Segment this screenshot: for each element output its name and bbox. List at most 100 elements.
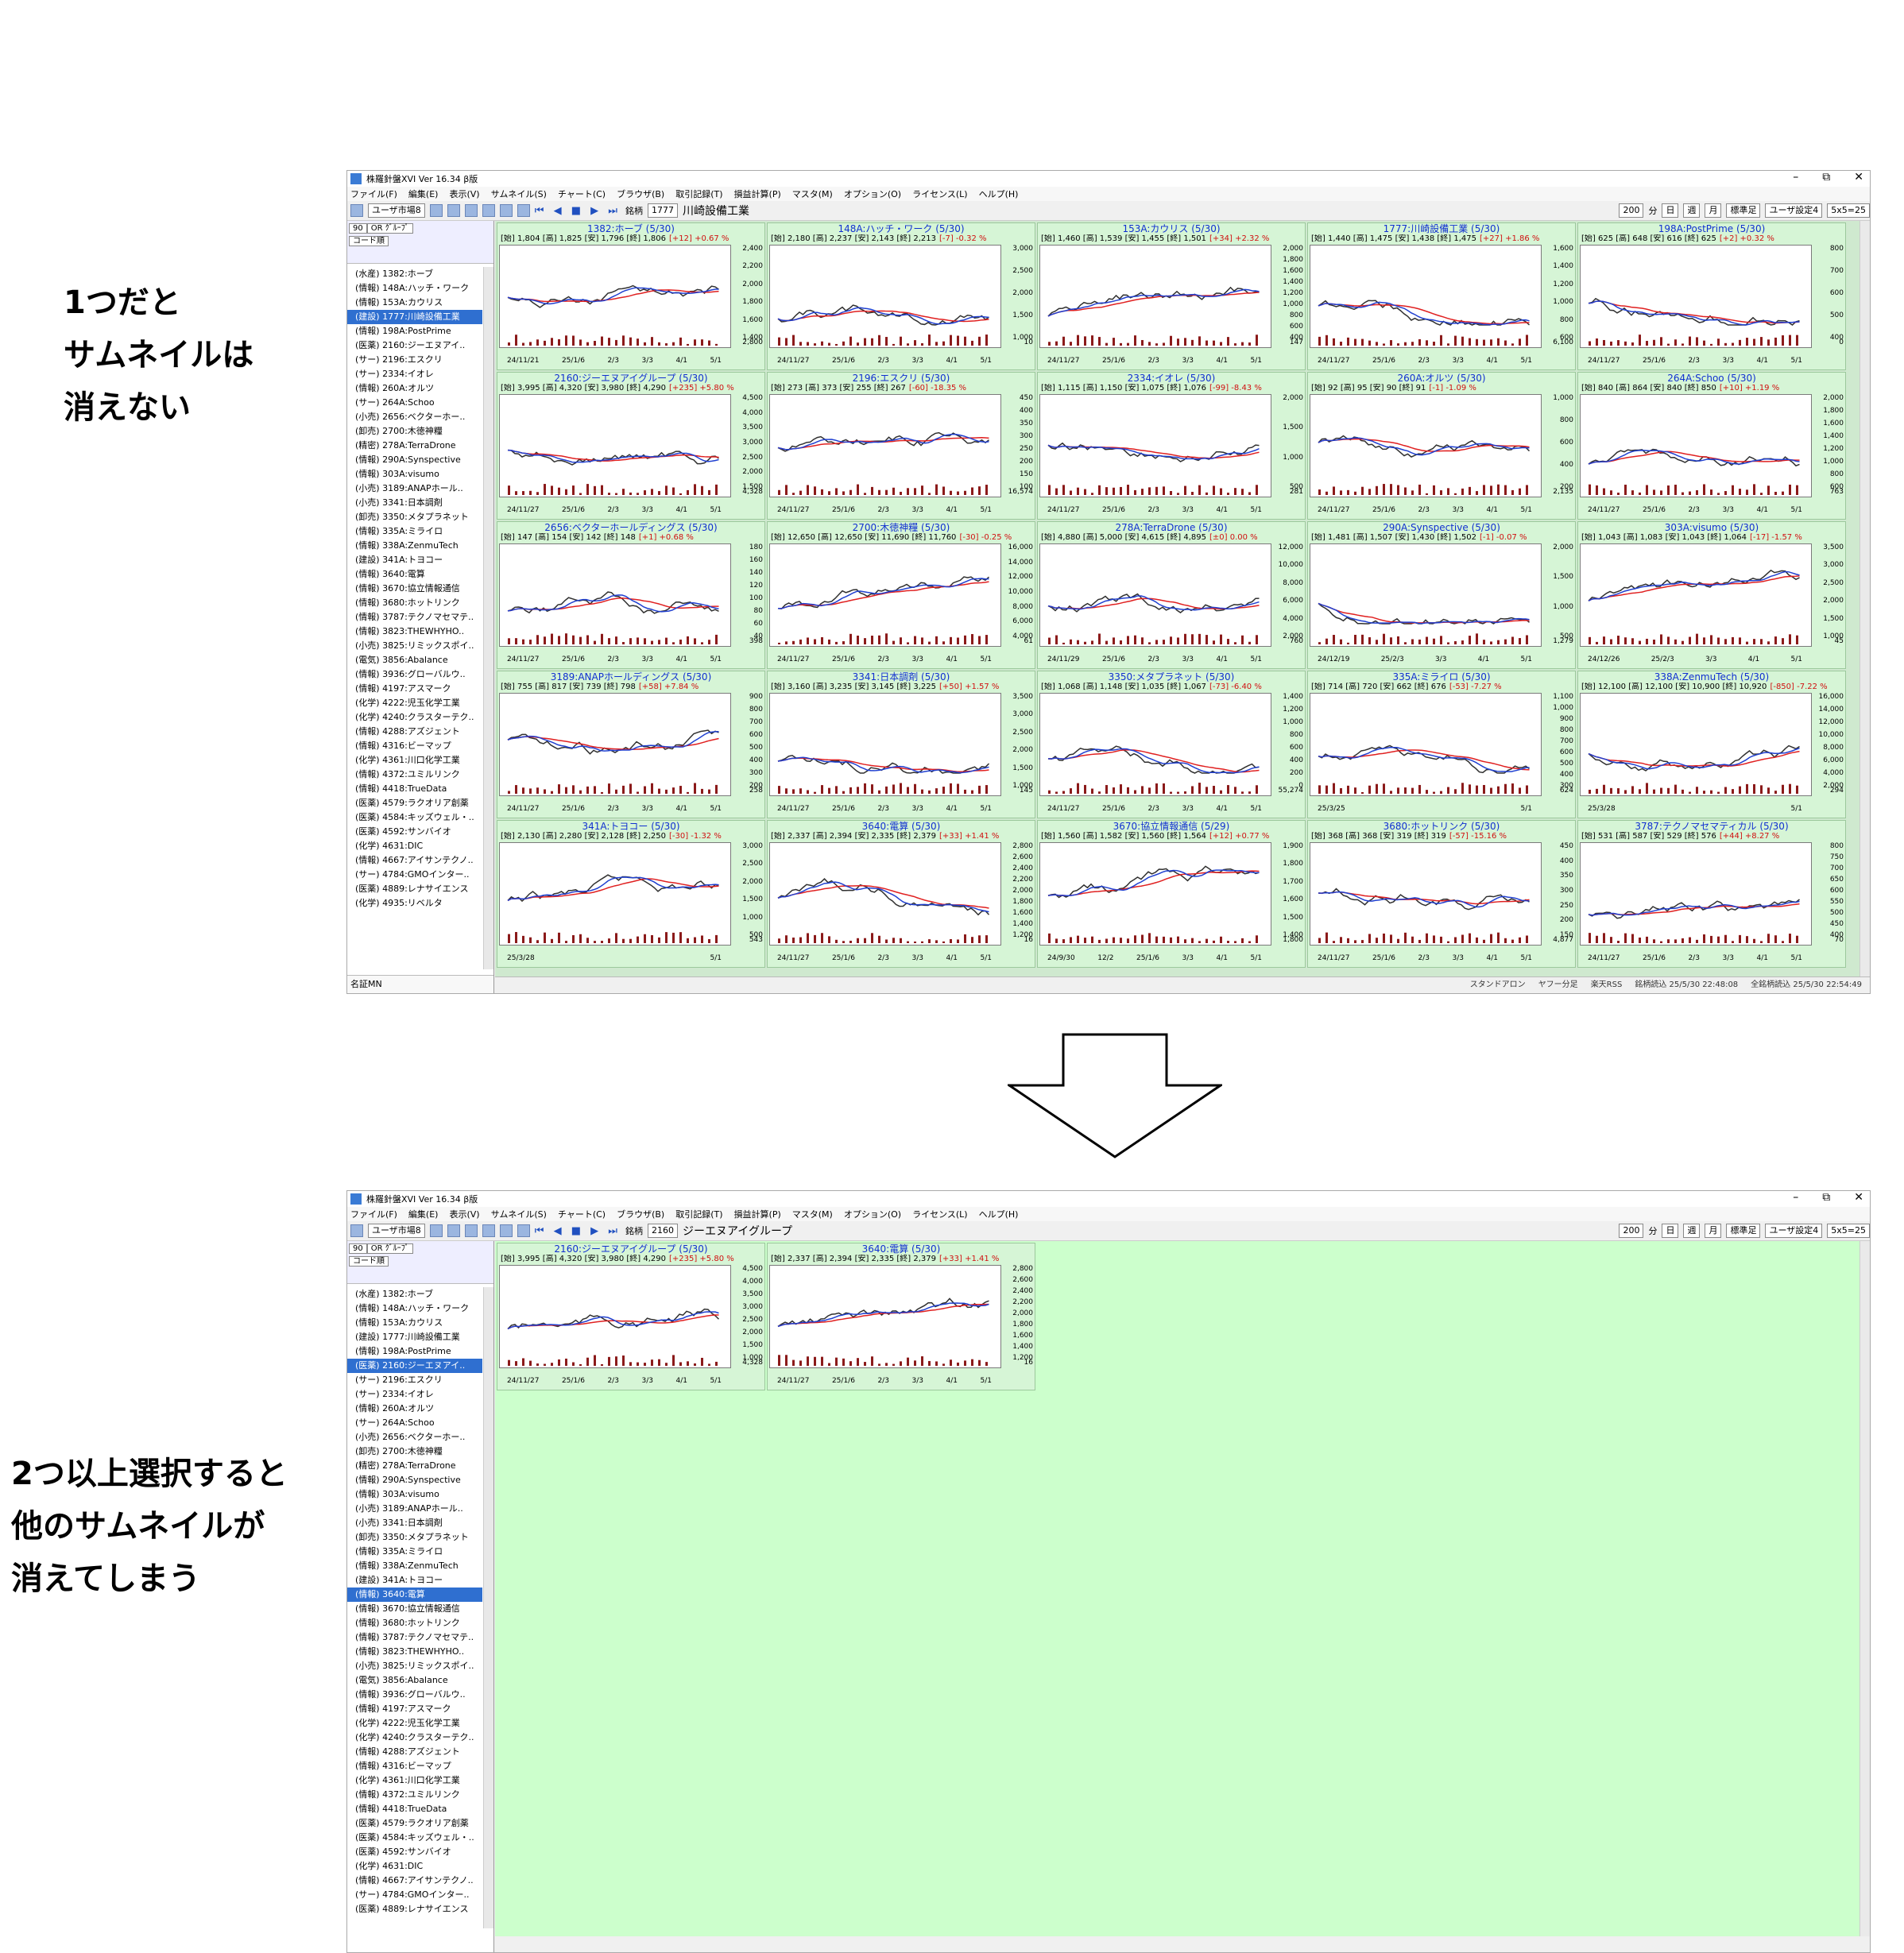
grid-scrollbar[interactable] [1859,221,1870,977]
timeframe-day-button[interactable]: 日 [1662,203,1679,218]
code-input[interactable]: 1777 [648,203,678,218]
tool-icon[interactable] [482,1224,495,1237]
menu-item[interactable]: 編集(E) [408,1208,439,1220]
list-item[interactable]: (情報) 4372:ユミルリンク [347,1788,482,1802]
grid-size-select[interactable]: 5x5=25 [1827,203,1870,218]
list-item[interactable]: (小売) 3825:リミックスポイ.. [347,639,482,653]
list-scrollbar[interactable] [483,267,493,969]
list-item[interactable]: (情報) 3680:ホットリンク [347,596,482,610]
list-item[interactable]: (情報) 3787:テクノマセマテ.. [347,610,482,625]
menu-item[interactable]: ファイル(F) [350,1208,397,1220]
list-item[interactable]: (卸売) 3350:メタプラネット [347,1530,482,1545]
tool-icon[interactable] [464,204,478,217]
code-input[interactable]: 2160 [648,1224,678,1238]
list-item[interactable]: (水産) 1382:ホーブ [347,267,482,281]
list-item[interactable]: (サー) 264A:Schoo [347,396,482,410]
list-item[interactable]: (情報) 148A:ハッチ・ワーク [347,281,482,296]
list-item[interactable]: (情報) 3640:電算 [347,1588,482,1602]
chart-thumbnail[interactable]: 3640:電算 (5/30) [始] 2,337 [高] 2,394 [安] 2,… [767,1243,1035,1390]
list-item[interactable]: (化学) 4631:DIC [347,1859,482,1874]
list-item[interactable]: (情報) 3823:THEWHYHO.. [347,625,482,639]
minimize-icon[interactable]: – [1793,1191,1798,1204]
list-item[interactable]: (サー) 2196:エスクリ [347,353,482,367]
list-item[interactable]: (水産) 1382:ホーブ [347,1287,482,1301]
list-item[interactable]: (情報) 303A:visumo [347,467,482,481]
list-item[interactable]: (情報) 3640:電算 [347,567,482,582]
menu-item[interactable]: マスタ(M) [792,1208,833,1220]
group-select[interactable]: OR ｸﾞﾙｰﾌﾟ [366,1243,413,1254]
menu-item[interactable]: 取引記録(T) [675,1208,722,1220]
list-item[interactable]: (化学) 4222:児玉化学工業 [347,696,482,710]
list-item[interactable]: (化学) 4240:クラスターテク.. [347,710,482,725]
list-item[interactable]: (サー) 4784:GMOインター.. [347,868,482,882]
chart-thumbnail[interactable]: 3189:ANAPホールディングス (5/30) [始] 755 [高] 817 … [497,671,765,818]
list-item[interactable]: (医薬) 4579:ラクオリア創薬 [347,796,482,810]
list-item[interactable]: (化学) 4361:川口化学工業 [347,753,482,768]
menu-item[interactable]: サムネイル(S) [491,188,547,200]
list-item[interactable]: (小売) 2656:ベクターホー.. [347,410,482,424]
tool-icon[interactable] [429,204,443,217]
list-item[interactable]: (小売) 3189:ANAPホール.. [347,1502,482,1516]
list-item[interactable]: (情報) 153A:カウリス [347,1316,482,1330]
close-icon[interactable]: ✕ [1854,171,1863,184]
menu-item[interactable]: ヘルプ(H) [979,1208,1019,1220]
filter-icon[interactable] [350,204,363,217]
menu-item[interactable]: ヘルプ(H) [979,188,1019,200]
chart-thumbnail[interactable]: 2656:ベクターホールディングス (5/30) [始] 147 [高] 154 … [497,521,765,669]
chart-thumbnail[interactable]: 303A:visumo (5/30) [始] 1,043 [高] 1,083 [安… [1577,521,1846,669]
menu-item[interactable]: オプション(O) [844,1208,901,1220]
menu-item[interactable]: ライセンス(L) [912,188,968,200]
grid-scrollbar[interactable] [1859,1241,1870,1936]
chart-thumbnail[interactable]: 3640:電算 (5/30) [始] 2,337 [高] 2,394 [安] 2,… [767,820,1035,968]
chart-thumbnail[interactable]: 198A:PostPrime (5/30) [始] 625 [高] 648 [安]… [1577,222,1846,370]
list-item[interactable]: (情報) 4418:TrueData [347,1802,482,1816]
list-item[interactable]: (建設) 341A:トヨコー [347,1573,482,1588]
list-item[interactable]: (情報) 4288:アズジェント [347,1745,482,1759]
list-item[interactable]: (建設) 1777:川崎設備工業 [347,310,482,324]
list-item[interactable]: (情報) 4316:ビーマップ [347,739,482,753]
timeframe-month-button[interactable]: 月 [1705,1224,1722,1238]
chart-thumbnail[interactable]: 2160:ジーエヌアイグループ (5/30) [始] 3,995 [高] 4,32… [497,1243,765,1390]
chart-thumbnail[interactable]: 264A:Schoo (5/30) [始] 840 [高] 864 [安] 840… [1577,372,1846,520]
menu-item[interactable]: ブラウザ(B) [617,188,664,200]
list-item[interactable]: (小売) 3825:リミックスポイ.. [347,1659,482,1673]
list-item[interactable]: (医薬) 4889:レナサイエンス [347,1902,482,1916]
candle-type-select[interactable]: 標準足 [1726,1224,1761,1238]
list-item[interactable]: (情報) 3670:協立情報通信 [347,582,482,596]
list-item[interactable]: (医薬) 4584:キッズウェル・.. [347,810,482,825]
grid-size-select[interactable]: 5x5=25 [1827,1224,1870,1238]
list-item[interactable]: (情報) 4667:アイサンテクノ.. [347,853,482,868]
chart-thumbnail[interactable]: 2334:イオレ (5/30) [始] 1,115 [高] 1,150 [安] 1… [1037,372,1306,520]
list-item[interactable]: (情報) 4316:ビーマップ [347,1759,482,1773]
list-item[interactable]: (化学) 4240:クラスターテク.. [347,1731,482,1745]
list-item[interactable]: (サー) 4784:GMOインター.. [347,1888,482,1902]
chart-thumbnail[interactable]: 3350:メタプラネット (5/30) [始] 1,068 [高] 1,148 [… [1037,671,1306,818]
list-item[interactable]: (小売) 3341:日本調剤 [347,496,482,510]
list-item[interactable]: (サー) 2334:イオレ [347,367,482,381]
list-item[interactable]: (電気) 3856:Abalance [347,653,482,667]
restore-icon[interactable]: ⧉ [1822,1191,1830,1204]
sort-select[interactable]: コード順 [349,1256,389,1267]
list-item[interactable]: (医薬) 2160:ジーエヌアイ.. [347,338,482,353]
list-item[interactable]: (医薬) 2160:ジーエヌアイ.. [347,1359,482,1373]
chart-thumbnail[interactable]: 2196:エスクリ (5/30) [始] 273 [高] 373 [安] 255 … [767,372,1035,520]
period-input[interactable]: 200 [1619,203,1644,218]
filter-icon[interactable] [350,1224,363,1237]
chart-thumbnail[interactable]: 148A:ハッチ・ワーク (5/30) [始] 2,180 [高] 2,237 [… [767,222,1035,370]
chart-thumbnail[interactable]: 290A:Synspective (5/30) [始] 1,481 [高] 1,5… [1307,521,1576,669]
chart-thumbnail[interactable]: 3670:協立情報通信 (5/29) [始] 1,560 [高] 1,582 [安… [1037,820,1306,968]
timeframe-day-button[interactable]: 日 [1662,1224,1679,1238]
market-select[interactable]: ユーザ市場8 [368,1224,425,1238]
menu-item[interactable]: 損益計算(P) [734,1208,781,1220]
chart-thumbnail[interactable]: 2160:ジーエヌアイグループ (5/30) [始] 3,995 [高] 4,32… [497,372,765,520]
list-item[interactable]: (小売) 2656:ベクターホー.. [347,1430,482,1444]
list-item[interactable]: (サー) 2196:エスクリ [347,1373,482,1387]
chart-thumbnail[interactable]: 1777:川崎設備工業 (5/30) [始] 1,440 [高] 1,475 [安… [1307,222,1576,370]
list-item[interactable]: (建設) 341A:トヨコー [347,553,482,567]
list-item[interactable]: (情報) 4197:アスマーク [347,682,482,696]
menu-item[interactable]: 表示(V) [449,188,479,200]
list-item[interactable]: (化学) 4222:児玉化学工業 [347,1716,482,1731]
user-setting-select[interactable]: ユーザ設定4 [1765,1224,1823,1238]
list-item[interactable]: (情報) 335A:ミライロ [347,524,482,539]
menu-item[interactable]: チャート(C) [558,1208,606,1220]
